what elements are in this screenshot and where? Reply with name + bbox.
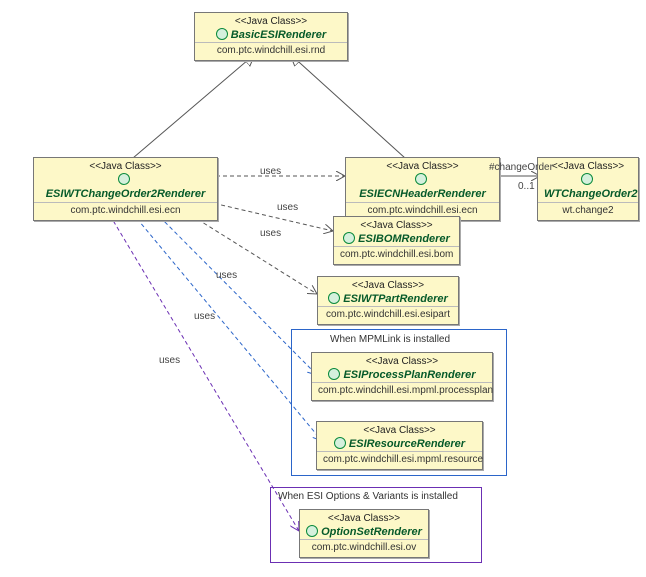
class-basic-esi-renderer: <<Java Class>> BasicESIRenderer com.ptc.…	[194, 12, 348, 61]
class-esiwtpart-renderer: <<Java Class>> ESIWTPartRenderer com.ptc…	[317, 276, 459, 325]
class-esiecn-header-renderer: <<Java Class>> ESIECNHeaderRenderer com.…	[345, 157, 500, 221]
class-name: ESIResourceRenderer	[317, 437, 482, 451]
package-name: com.ptc.windchill.esi.mpml.processplan	[312, 382, 492, 400]
label-uses-5: uses	[192, 311, 217, 322]
package-name: com.ptc.windchill.esi.esipart	[318, 306, 458, 324]
class-esiprocessplan-renderer: <<Java Class>> ESIProcessPlanRenderer co…	[311, 352, 493, 401]
class-esiresource-renderer: <<Java Class>> ESIResourceRenderer com.p…	[316, 421, 483, 470]
class-icon	[306, 525, 318, 537]
stereotype: <<Java Class>>	[317, 422, 482, 437]
group-ov-title: When ESI Options & Variants is installed	[278, 491, 458, 502]
label-uses-4: uses	[214, 270, 239, 281]
class-optionset-renderer: <<Java Class>> OptionSetRenderer com.ptc…	[299, 509, 429, 558]
package-name: com.ptc.windchill.esi.bom	[334, 246, 459, 264]
package-name: com.ptc.windchill.esi.mpml.resource	[317, 451, 482, 469]
label-uses-2: uses	[275, 202, 300, 213]
class-name: WTChangeOrder2	[538, 173, 638, 202]
class-icon	[415, 173, 427, 185]
class-name: ESIWTChangeOrder2Renderer	[34, 173, 217, 202]
stereotype: <<Java Class>>	[312, 353, 492, 368]
stereotype: <<Java Class>>	[334, 217, 459, 232]
class-esibom-renderer: <<Java Class>> ESIBOMRenderer com.ptc.wi…	[333, 216, 460, 265]
class-icon	[334, 437, 346, 449]
class-name: ESIWTPartRenderer	[318, 292, 458, 306]
class-name: ESIBOMRenderer	[334, 232, 459, 246]
label-uses-3: uses	[258, 228, 283, 239]
gen-header-to-basic	[290, 54, 405, 158]
package-name: wt.change2	[538, 202, 638, 220]
class-name: BasicESIRenderer	[195, 28, 347, 42]
stereotype: <<Java Class>>	[300, 510, 428, 525]
stereotype: <<Java Class>>	[346, 158, 499, 173]
group-mpmlink-title: When MPMLink is installed	[330, 334, 450, 345]
label-changeorder: #changeOrder	[487, 162, 555, 173]
label-multiplicity: 0..1	[516, 181, 537, 192]
class-icon	[118, 173, 130, 185]
stereotype: <<Java Class>>	[195, 13, 347, 28]
dep-esiwt-optset	[99, 197, 299, 531]
package-name: com.ptc.windchill.esi.ecn	[34, 202, 217, 220]
class-icon	[216, 28, 228, 40]
class-icon	[328, 292, 340, 304]
uml-class-diagram: { "classes": { "basic": {"stereo":"<<Jav…	[0, 0, 646, 577]
class-icon	[328, 368, 340, 380]
class-name: ESIECNHeaderRenderer	[346, 173, 499, 202]
label-uses-1: uses	[258, 166, 283, 177]
class-name: ESIProcessPlanRenderer	[312, 368, 492, 382]
class-icon	[343, 232, 355, 244]
stereotype: <<Java Class>>	[318, 277, 458, 292]
class-icon	[581, 173, 593, 185]
label-uses-6: uses	[157, 355, 182, 366]
class-name: OptionSetRenderer	[300, 525, 428, 539]
stereotype: <<Java Class>>	[34, 158, 217, 173]
gen-esiwt-to-basic	[133, 54, 255, 158]
package-name: com.ptc.windchill.esi.rnd	[195, 42, 347, 60]
package-name: com.ptc.windchill.esi.ov	[300, 539, 428, 557]
class-esiwt-changeorder2-renderer: <<Java Class>> ESIWTChangeOrder2Renderer…	[33, 157, 218, 221]
